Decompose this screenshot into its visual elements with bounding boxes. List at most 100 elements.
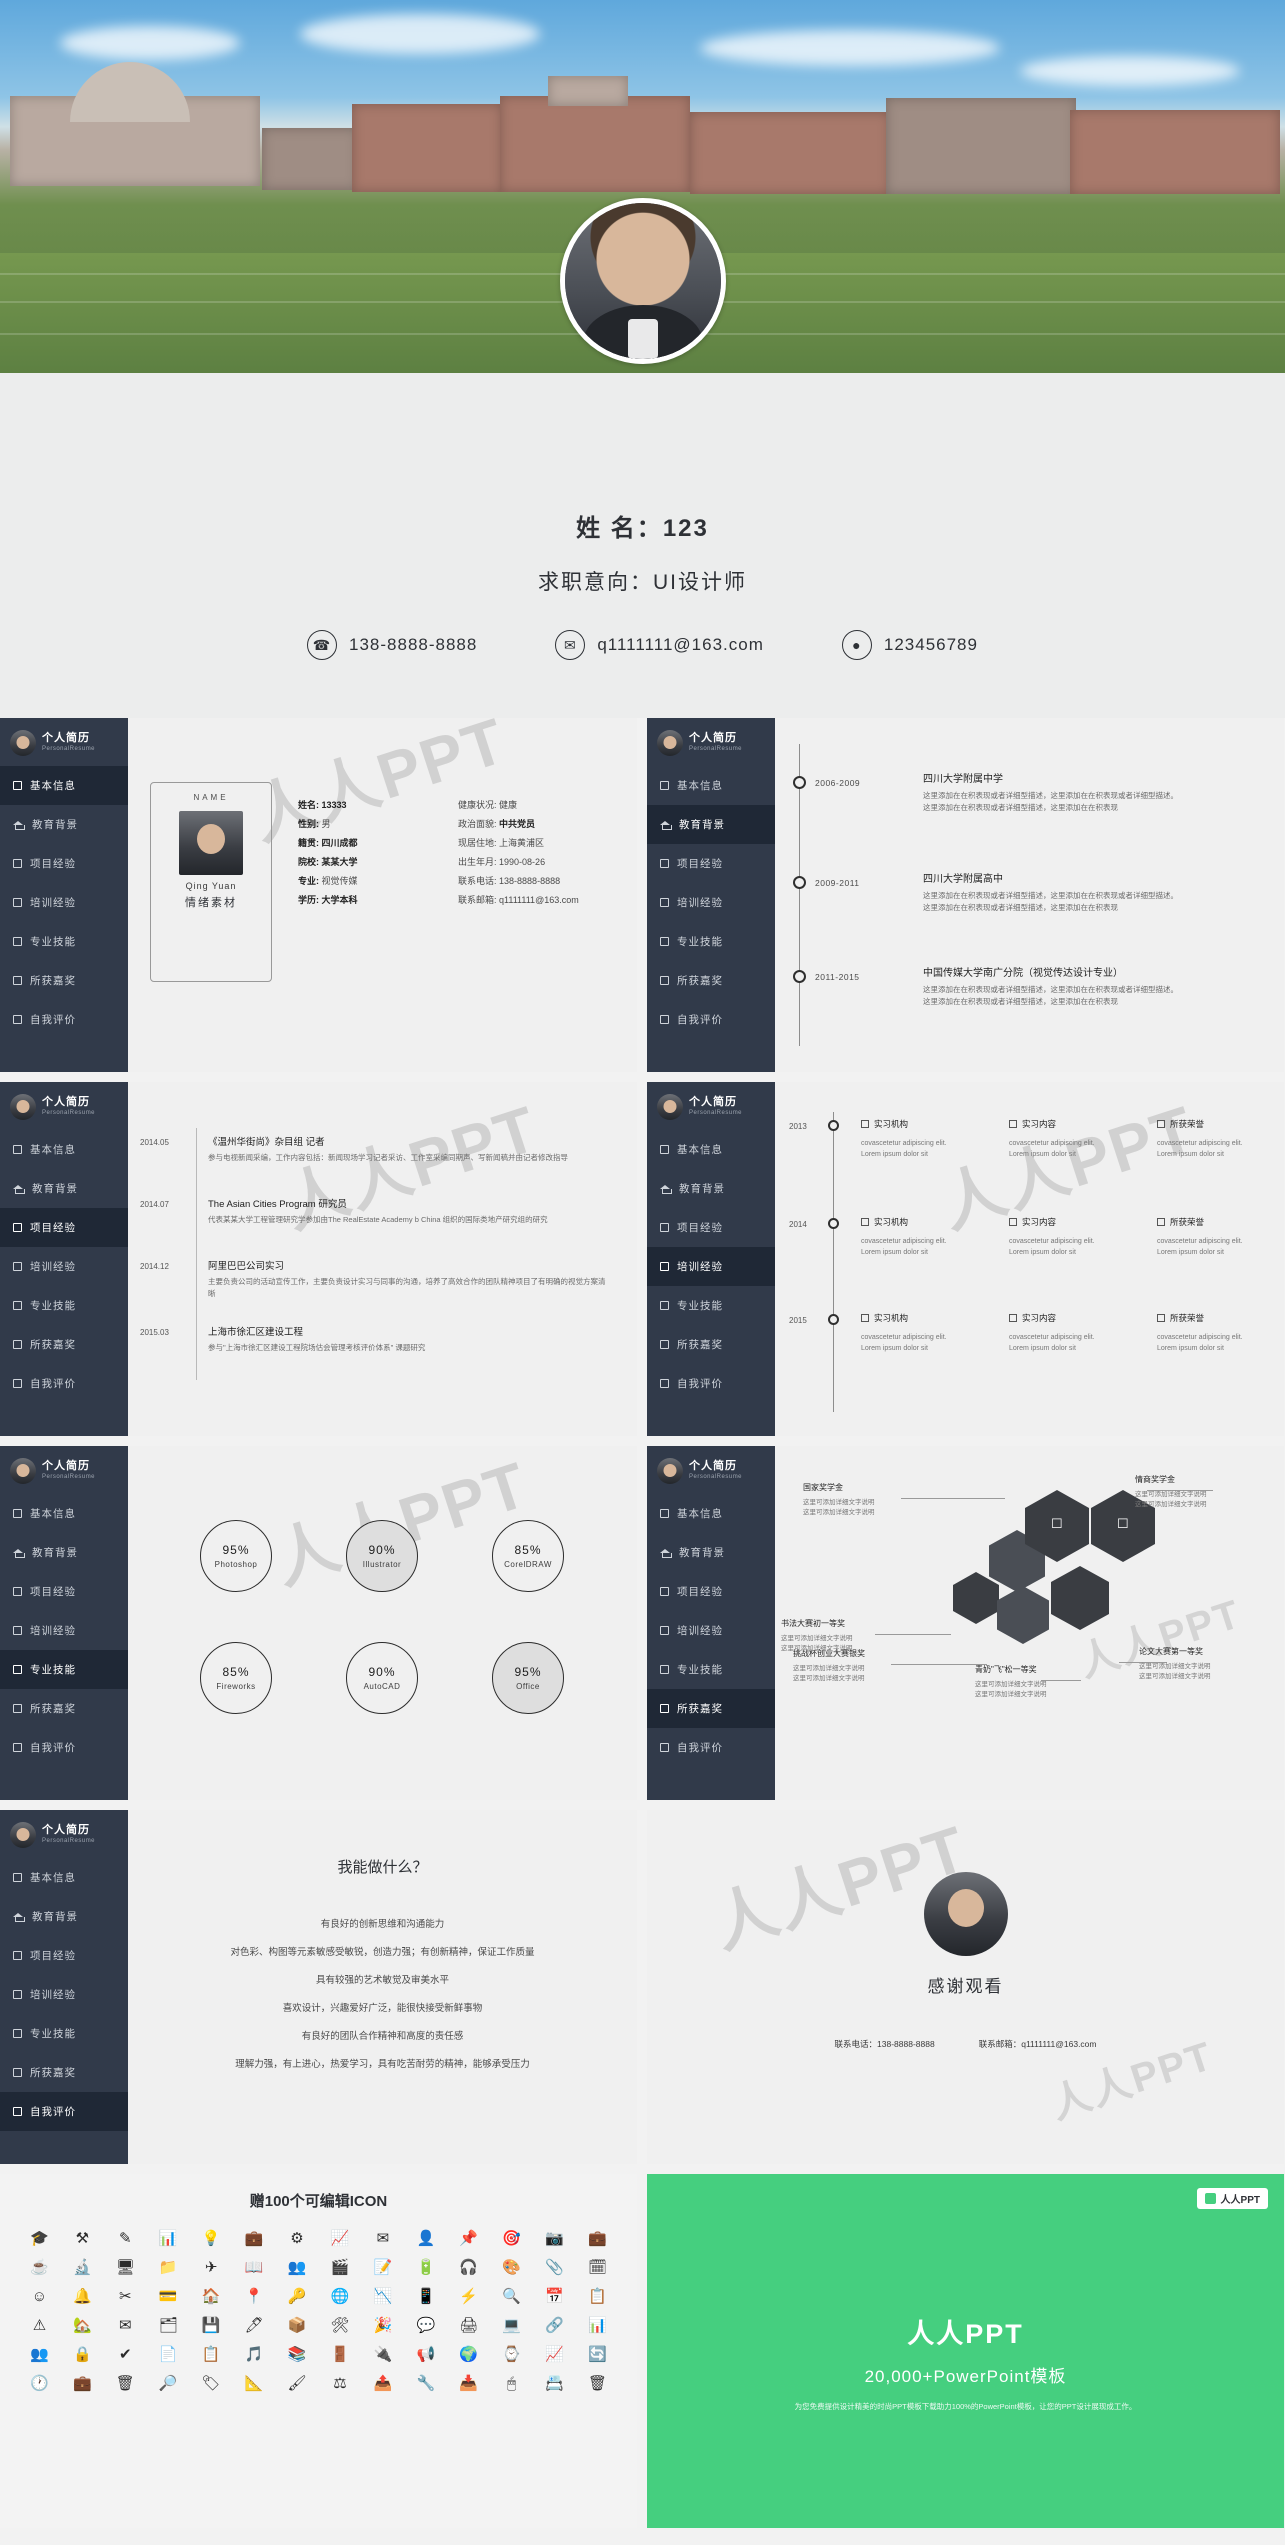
sidebar-item-skills[interactable]: 专业技能: [0, 2014, 128, 2053]
self-eval-line: 具有较强的艺术敏觉及审美水平: [315, 1975, 449, 1986]
sidebar-item-awards[interactable]: 所获嘉奖: [647, 961, 775, 1000]
bonus-icon-33: 📍: [244, 2287, 264, 2305]
sidebar-item-project[interactable]: 项目经验: [647, 844, 775, 883]
sidebar-item-awards[interactable]: 所获嘉奖: [0, 2053, 128, 2092]
thanks-phone: 联系电话：138-8888-8888: [834, 2039, 935, 2049]
field-value: 男: [321, 819, 331, 829]
nav-brand-en: PersonalResume: [689, 746, 743, 753]
award-title: 情商奖学金: [1135, 1475, 1175, 1484]
sidebar-item-training[interactable]: 培训经验: [0, 1975, 128, 2014]
slide-thanks[interactable]: 人人PPT 人人PPT 感谢观看 联系电话：138-8888-8888 联系邮箱…: [647, 1810, 1284, 2164]
sidebar-item-project[interactable]: 项目经验: [0, 1572, 128, 1611]
sidebar-item-awards[interactable]: 所获嘉奖: [0, 1325, 128, 1364]
nav-brand-en: PersonalResume: [689, 1110, 743, 1117]
sidebar-item-self[interactable]: 自我评价: [647, 1000, 775, 1039]
sidebar-item-education[interactable]: 教育背景: [647, 805, 775, 844]
sidebar-item-basic[interactable]: 基本信息: [647, 766, 775, 805]
bonus-icon-16: 🖥: [115, 2258, 135, 2276]
slide-self-evaluation[interactable]: 个人简历 PersonalResume 基本信息 教育背景 项目经验 培训经验 …: [0, 1810, 637, 2164]
sidebar-item-skills[interactable]: 专业技能: [647, 1650, 775, 1689]
slide-body: 人人PPT 95% Photoshop 90% Illustrator 85% …: [128, 1446, 637, 1800]
sidebar-item-project[interactable]: 项目经验: [647, 1572, 775, 1611]
sidebar-item-skills[interactable]: 专业技能: [647, 922, 775, 961]
skill-percent: 90%: [368, 1665, 396, 1679]
bonus-icon-78: 📤: [373, 2374, 393, 2392]
bonus-icon-48: 📦: [287, 2316, 307, 2334]
slide-education[interactable]: 个人简历 PersonalResume 基本信息 教育背景 项目经验 培训经验 …: [647, 718, 1284, 1072]
nav-avatar-icon: [10, 1458, 36, 1484]
sidebar-item-label: 培训经验: [677, 1625, 723, 1637]
sidebar-item-label: 教育背景: [32, 1183, 78, 1195]
sidebar-item-awards[interactable]: 所获嘉奖: [647, 1689, 775, 1728]
slide-body: 人人PPT 2013 2014 2015 实习机构 covascetetur a…: [775, 1082, 1284, 1436]
hero-section: 姓 名：123 求职意向：UI设计师 ☎ 138-8888-8888 ✉ q11…: [0, 0, 1285, 718]
bonus-icon-74: 🏷: [201, 2374, 221, 2392]
sidebar-item-education[interactable]: 教育背景: [0, 1897, 128, 1936]
sidebar-item-basic[interactable]: 基本信息: [0, 1494, 128, 1533]
sidebar-item-training[interactable]: 培训经验: [0, 1247, 128, 1286]
bonus-icon-58: ✔: [119, 2345, 132, 2363]
slide-basic-info[interactable]: 个人简历 PersonalResume 基本信息 教育背景 项目经验 培训经验 …: [0, 718, 637, 1072]
sidebar-item-basic[interactable]: 基本信息: [0, 766, 128, 805]
sidebar-item-awards[interactable]: 所获嘉奖: [647, 1325, 775, 1364]
sidebar-item-education[interactable]: 教育背景: [0, 1533, 128, 1572]
sidebar-item-education[interactable]: 教育背景: [0, 805, 128, 844]
slide-training[interactable]: 个人简历 PersonalResume 基本信息 教育背景 项目经验 培训经验 …: [647, 1082, 1284, 1436]
training-cell: covascetetur adipiscing elit. Lorem ipsu…: [861, 1238, 947, 1256]
sidebar-item-label: 培训经验: [30, 1989, 76, 2001]
slide-project-experience[interactable]: 个人简历 PersonalResume 基本信息 教育背景 项目经验 培训经验 …: [0, 1082, 637, 1436]
sidebar-item-self[interactable]: 自我评价: [0, 2092, 128, 2131]
sidebar-item-training[interactable]: 培训经验: [647, 1247, 775, 1286]
square-icon: [660, 781, 669, 790]
timeline-axis: [833, 1112, 835, 1412]
square-icon: [13, 2029, 22, 2038]
sidebar-item-basic[interactable]: 基本信息: [0, 1858, 128, 1897]
sidebar-item-skills[interactable]: 专业技能: [647, 1286, 775, 1325]
sidebar-item-education[interactable]: 教育背景: [647, 1169, 775, 1208]
sidebar-item-label: 项目经验: [30, 1586, 76, 1598]
bonus-icon-60: 📋: [201, 2345, 221, 2363]
sidebar-item-training[interactable]: 培训经验: [647, 883, 775, 922]
slide-skills[interactable]: 个人简历 PersonalResume 基本信息 教育背景 项目经验 培训经验 …: [0, 1446, 637, 1800]
self-eval-line: 有良好的创新思维和沟通能力: [320, 1919, 445, 1930]
logo-text: 人人PPT: [1220, 2195, 1260, 2206]
square-icon: [660, 976, 669, 985]
sidebar-item-training[interactable]: 培训经验: [647, 1611, 775, 1650]
sidebar-item-self[interactable]: 自我评价: [647, 1728, 775, 1767]
nav-brand-cn: 个人简历: [689, 732, 737, 745]
sidebar-item-self[interactable]: 自我评价: [0, 1000, 128, 1039]
sidebar-item-self[interactable]: 自我评价: [0, 1728, 128, 1767]
sidebar-item-label: 培训经验: [677, 1261, 723, 1273]
award-title: 国家奖学金: [803, 1483, 843, 1492]
sidebar-item-education[interactable]: 教育背景: [0, 1169, 128, 1208]
sidebar-item-label: 专业技能: [30, 2028, 76, 2040]
sidebar-item-project[interactable]: 项目经验: [647, 1208, 775, 1247]
sidebar-item-basic[interactable]: 基本信息: [647, 1494, 775, 1533]
square-icon: [861, 1218, 869, 1226]
sidebar-item-skills[interactable]: 专业技能: [0, 922, 128, 961]
nav-brand-cn: 个人简历: [689, 1460, 737, 1473]
field-label: 姓名:: [298, 800, 319, 810]
sidebar-item-awards[interactable]: 所获嘉奖: [0, 1689, 128, 1728]
sidebar-item-self[interactable]: 自我评价: [647, 1364, 775, 1403]
sidebar-item-basic[interactable]: 基本信息: [0, 1130, 128, 1169]
sidebar-item-skills[interactable]: 专业技能: [0, 1286, 128, 1325]
bonus-icon-70: 🕐: [30, 2374, 49, 2392]
sidebar-item-self[interactable]: 自我评价: [0, 1364, 128, 1403]
sidebar-item-training[interactable]: 培训经验: [0, 1611, 128, 1650]
slide-awards[interactable]: 个人简历 PersonalResume 基本信息 教育背景 项目经验 培训经验 …: [647, 1446, 1284, 1800]
graduation-cap-icon: [660, 820, 672, 830]
sidebar-item-label: 所获嘉奖: [677, 975, 723, 987]
bonus-icon-7: 📈: [330, 2229, 350, 2247]
sidebar-item-basic[interactable]: 基本信息: [647, 1130, 775, 1169]
sidebar-item-skills[interactable]: 专业技能: [0, 1650, 128, 1689]
sidebar-item-project[interactable]: 项目经验: [0, 1936, 128, 1975]
sidebar-item-project[interactable]: 项目经验: [0, 844, 128, 883]
sidebar-item-project[interactable]: 项目经验: [0, 1208, 128, 1247]
slide-nav: 个人简历 PersonalResume 基本信息 教育背景 项目经验 培训经验 …: [647, 718, 775, 1072]
skill-name: Office: [516, 1682, 540, 1691]
sidebar-item-training[interactable]: 培训经验: [0, 883, 128, 922]
sidebar-item-education[interactable]: 教育背景: [647, 1533, 775, 1572]
sidebar-item-awards[interactable]: 所获嘉奖: [0, 961, 128, 1000]
bonus-icon-47: 🖊: [244, 2316, 264, 2334]
